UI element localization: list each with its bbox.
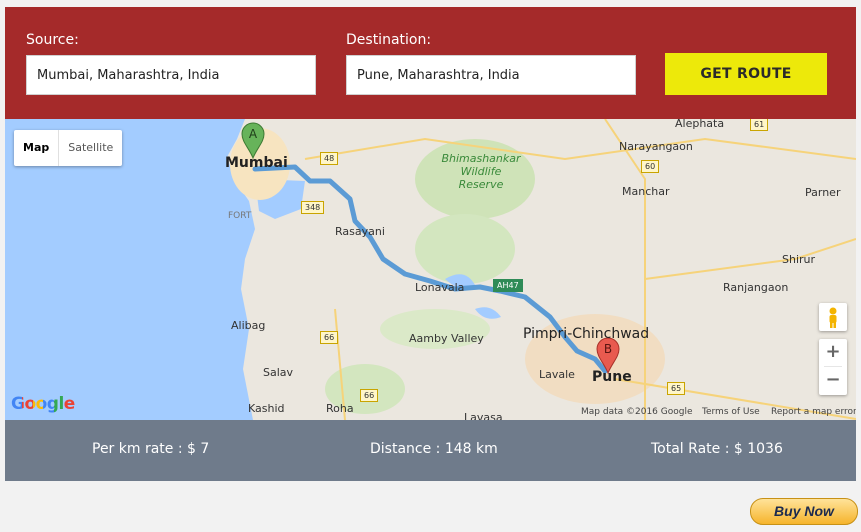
place-manchar: Manchar — [622, 185, 670, 198]
highway-61-shield: 61 — [750, 119, 769, 131]
route-summary: Per km rate : $ 7 Distance : 148 km Tota… — [5, 420, 856, 481]
forest-patch — [415, 214, 515, 284]
zoom-in-button[interactable]: + — [819, 339, 847, 366]
map-canvas: A B — [5, 119, 856, 420]
road — [304, 137, 856, 161]
distance-value: Distance : 148 km — [370, 441, 498, 457]
place-pimpri: Pimpri-Chinchwad — [523, 326, 650, 342]
highway-60-shield: 60 — [641, 160, 660, 173]
destination-input[interactable] — [346, 55, 636, 95]
highway-66-shield: 66 — [320, 331, 339, 344]
place-shirur: Shirur — [782, 253, 816, 266]
highway-48-shield: 48 — [320, 152, 339, 165]
place-rasayani: Rasayani — [335, 225, 385, 238]
place-mumbai: Mumbai — [225, 155, 288, 171]
highway-ah47-shield: AH47 — [493, 279, 523, 292]
google-logo-text: Google — [11, 394, 75, 414]
terms-of-use-link[interactable]: Terms of Use — [702, 407, 760, 417]
google-logo[interactable]: Google — [11, 394, 75, 414]
street-view-pegman[interactable] — [819, 303, 847, 331]
place-alephata: Alephata — [675, 119, 725, 130]
destination-label: Destination: — [346, 32, 432, 48]
buy-now-button[interactable]: Buy Now — [750, 498, 858, 525]
place-bhimashankar: Bhimashankar Wildlife Reserve — [441, 152, 521, 191]
route-form: Source: Destination: GET ROUTE — [5, 7, 856, 119]
start-marker-label: A — [249, 127, 258, 141]
place-pune: Pune — [592, 369, 632, 385]
total-rate: Total Rate : $ 1036 — [651, 441, 783, 457]
highway-348-shield: 348 — [301, 201, 325, 214]
highway-65-shield: 65 — [667, 382, 686, 395]
place-lavale: Lavale — [539, 368, 575, 381]
place-fort: FORT — [228, 211, 252, 221]
end-marker-label: B — [604, 342, 612, 356]
place-kashid: Kashid — [248, 402, 285, 415]
get-route-button[interactable]: GET ROUTE — [665, 53, 827, 95]
place-lavasa: Lavasa — [464, 411, 503, 420]
zoom-control: + − — [819, 339, 847, 395]
place-alibag: Alibag — [231, 319, 266, 332]
road — [644, 238, 856, 280]
place-narayangaon: Narayangaon — [619, 140, 693, 153]
place-parner: Parner — [805, 186, 841, 199]
pegman-icon — [829, 307, 837, 328]
map-type-map-button[interactable]: Map — [14, 130, 60, 166]
map-type-satellite-button[interactable]: Satellite — [59, 130, 122, 166]
highway-66-shield: 66 — [360, 389, 379, 402]
zoom-out-button[interactable]: − — [819, 367, 847, 394]
place-lonavala: Lonavala — [415, 281, 465, 294]
place-aamby-valley: Aamby Valley — [409, 332, 484, 345]
source-label: Source: — [26, 32, 79, 48]
place-roha: Roha — [326, 402, 354, 415]
source-input[interactable] — [26, 55, 316, 95]
place-salav: Salav — [263, 366, 294, 379]
map-data-attribution: Map data ©2016 Google — [581, 407, 693, 417]
map-type-control: Map Satellite — [14, 130, 123, 166]
place-ranjangaon: Ranjangaon — [723, 281, 789, 294]
report-map-error-link[interactable]: Report a map error — [771, 407, 856, 417]
per-km-rate: Per km rate : $ 7 — [92, 441, 210, 457]
route-map[interactable]: A B Mumbai FORT Rasayani Alibag Salav Ka… — [5, 119, 856, 420]
